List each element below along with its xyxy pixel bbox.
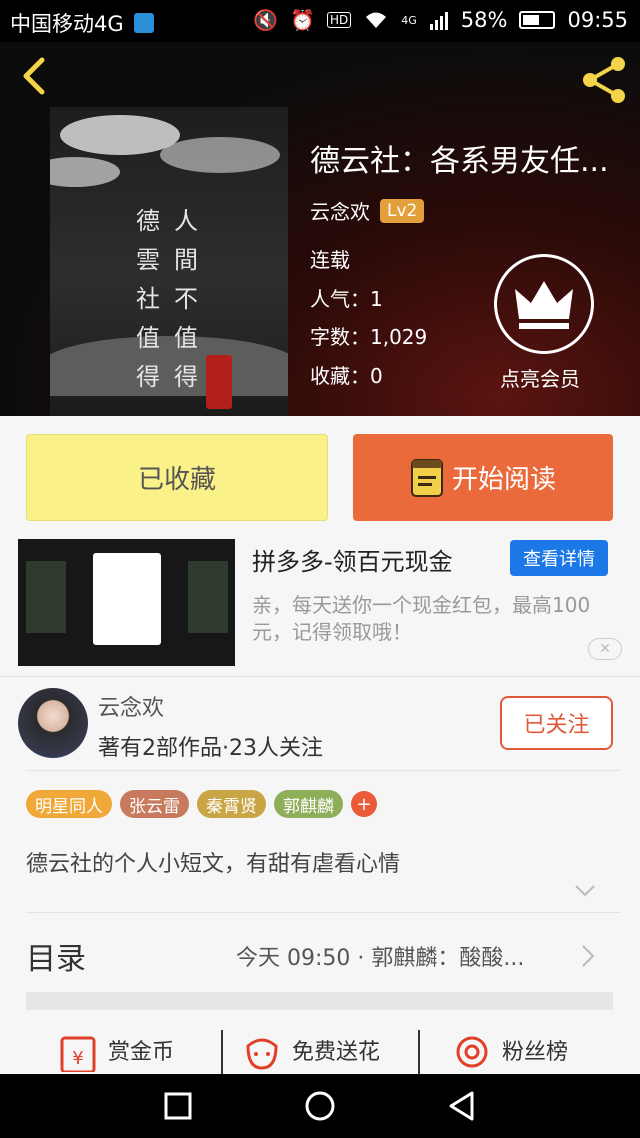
ad-description: 亲，每天送你一个现金红包，最高100元，记得领取哦！ bbox=[252, 593, 591, 644]
book-author[interactable]: 云念欢 bbox=[310, 196, 370, 225]
word-count-stat: 字数：1,029 bbox=[310, 325, 428, 349]
avatar[interactable] bbox=[18, 688, 88, 758]
tag-item[interactable]: 明星同人 bbox=[26, 790, 112, 818]
close-icon[interactable]: ✕ bbox=[588, 638, 622, 660]
tag-item[interactable]: 张云雷 bbox=[120, 790, 189, 818]
flower-icon bbox=[246, 1038, 278, 1070]
author-name[interactable]: 云念欢 bbox=[98, 690, 164, 722]
home-icon[interactable] bbox=[304, 1090, 336, 1122]
followed-button[interactable]: 已关注 bbox=[500, 696, 613, 750]
chevron-right-icon[interactable] bbox=[580, 944, 596, 968]
author-stats: 著有2部作品·23人关注 bbox=[98, 736, 323, 761]
book-description: 德云社的个人小短文，有甜有虐看心情 bbox=[26, 852, 401, 877]
clock: 09:55 bbox=[567, 8, 628, 32]
ad-image[interactable] bbox=[18, 539, 235, 666]
tag-item[interactable]: 秦霄贤 bbox=[197, 790, 266, 818]
popularity-stat: 人气：1 bbox=[310, 287, 383, 311]
add-tag-icon[interactable]: + bbox=[351, 791, 377, 817]
serial-status: 连载 bbox=[310, 248, 350, 272]
level-badge: Lv2 bbox=[380, 198, 425, 223]
network-type: 4G bbox=[401, 13, 417, 27]
book-cover[interactable]: 德雲 社值 得 人間 不值 得 bbox=[50, 107, 288, 416]
book-header: 德雲 社值 得 人間 不值 得 德云社：各系男友任... 云念欢 Lv2 连载 … bbox=[0, 42, 640, 416]
chevron-down-icon[interactable] bbox=[574, 884, 596, 898]
ad-title[interactable]: 拼多多-领百元现金 bbox=[252, 542, 453, 577]
tag-item[interactable]: 郭麒麟 bbox=[274, 790, 343, 818]
favorited-button[interactable]: 已收藏 bbox=[26, 434, 328, 521]
section-separator bbox=[26, 992, 613, 1010]
status-bar: 中国移动4G 🔇 ⏰ HD 4G 58% 09:55 bbox=[0, 0, 640, 42]
chevron-left-icon[interactable] bbox=[14, 54, 58, 98]
battery-icon bbox=[519, 11, 556, 29]
free-flowers-button[interactable]: 免费送花 bbox=[240, 1026, 380, 1074]
cover-calligraphy: 德雲 社值 得 人間 不值 得 bbox=[136, 207, 198, 391]
recent-apps-icon[interactable] bbox=[162, 1090, 194, 1122]
mute-icon: 🔇 bbox=[253, 8, 279, 32]
alarm-icon: ⏰ bbox=[290, 8, 315, 32]
location-icon bbox=[133, 13, 154, 33]
wifi-icon bbox=[366, 12, 387, 28]
battery-percent: 58% bbox=[460, 8, 508, 32]
action-row: ¥ 赏金币 免费送花 粉丝榜 bbox=[0, 1026, 640, 1074]
start-reading-label: 开始阅读 bbox=[451, 465, 556, 495]
ad-detail-button[interactable]: 查看详情 bbox=[510, 540, 608, 576]
medal-icon bbox=[456, 1036, 488, 1068]
separator bbox=[221, 1030, 223, 1074]
crown-icon bbox=[515, 281, 573, 329]
fan-ranking-button[interactable]: 粉丝榜 bbox=[450, 1026, 568, 1074]
vip-button[interactable] bbox=[494, 254, 594, 354]
carrier-label: 中国移动4G bbox=[10, 12, 124, 36]
share-icon[interactable] bbox=[578, 54, 630, 106]
tag-list: 明星同人 张云雷 秦霄贤 郭麒麟 + bbox=[26, 790, 377, 818]
vip-label[interactable]: 点亮会员 bbox=[500, 363, 580, 392]
favorites-stat: 收藏：0 bbox=[310, 364, 383, 388]
back-nav-icon[interactable] bbox=[446, 1090, 478, 1122]
divider bbox=[0, 676, 640, 677]
hd-icon: HD bbox=[326, 12, 352, 28]
system-nav-bar bbox=[0, 1074, 640, 1138]
latest-chapter[interactable]: 今天 09:50 · 郭麒麟：酸酸... bbox=[236, 940, 566, 972]
book-title: 德云社：各系男友任... bbox=[310, 144, 609, 179]
start-reading-button[interactable]: 开始阅读 bbox=[353, 434, 613, 521]
seal-stamp bbox=[206, 355, 232, 409]
divider bbox=[26, 770, 620, 771]
red-envelope-icon: ¥ bbox=[60, 1036, 96, 1072]
separator bbox=[418, 1030, 420, 1074]
toc-label[interactable]: 目录 bbox=[26, 934, 86, 978]
reward-coins-button[interactable]: ¥ 赏金币 bbox=[56, 1026, 174, 1074]
svg-text:¥: ¥ bbox=[72, 1048, 83, 1069]
book-icon bbox=[410, 458, 443, 497]
signal-icon bbox=[429, 12, 448, 30]
divider bbox=[26, 912, 620, 913]
